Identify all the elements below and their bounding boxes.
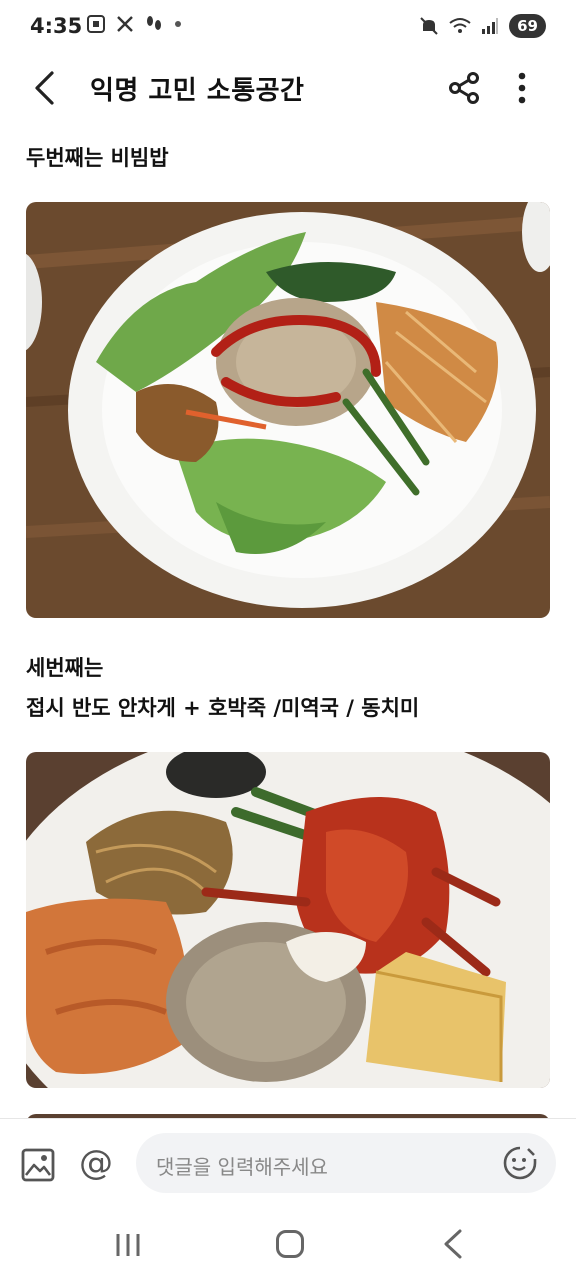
comment-input[interactable]: 댓글을 입력해주세요	[136, 1133, 556, 1193]
x-app-icon	[117, 16, 133, 32]
share-button[interactable]	[444, 68, 484, 108]
status-icons-right: 69	[419, 14, 546, 38]
back-arrow-icon	[35, 71, 54, 105]
share-icon	[449, 72, 479, 104]
page-title: 익명 고민 소통공간	[90, 76, 305, 106]
home-button[interactable]	[276, 1230, 304, 1258]
mention-button[interactable]: @	[76, 1143, 116, 1185]
dot-icon	[175, 21, 181, 27]
at-icon: @	[79, 1143, 113, 1183]
more-vertical-icon	[518, 72, 526, 104]
attach-image-button[interactable]	[20, 1147, 56, 1183]
status-icons-left	[86, 14, 182, 34]
crab-plate-photo[interactable]	[26, 752, 550, 1088]
status-time: 4:35	[30, 14, 83, 38]
back-button[interactable]	[24, 66, 64, 110]
signal-icon	[482, 18, 499, 34]
screenshot-icon	[87, 15, 105, 33]
steps-icon	[147, 16, 161, 30]
comment-input-placeholder: 댓글을 입력해주세요	[156, 1155, 328, 1179]
crab-plate-image	[26, 752, 550, 1088]
battery-indicator: 69	[509, 14, 546, 38]
recent-apps-icon	[116, 1234, 140, 1256]
post-content: 두번째는 비빔밥 세번째는 접시 반도 안차게 + 호박죽 /미역국 / 동치미	[0, 120, 576, 1120]
system-back-icon	[444, 1229, 462, 1259]
post-caption-2-line1: 세번째는	[26, 656, 104, 680]
comment-bar: @ 댓글을 입력해주세요	[0, 1118, 576, 1208]
mute-icon	[420, 17, 438, 35]
post-caption-1: 두번째는 비빔밥	[26, 146, 169, 170]
status-bar: 4:35 69	[0, 0, 576, 56]
system-nav-bar	[0, 1208, 576, 1280]
recent-apps-button[interactable]	[114, 1232, 142, 1258]
post-caption-2-line2: 접시 반도 안차게 + 호박죽 /미역국 / 동치미	[26, 696, 420, 720]
more-options-button[interactable]	[504, 68, 540, 108]
emoji-icon	[503, 1146, 537, 1180]
image-icon	[21, 1148, 55, 1182]
wifi-icon	[449, 18, 471, 33]
emoji-button[interactable]	[502, 1145, 538, 1181]
bibimbap-photo[interactable]	[26, 202, 550, 618]
app-header: 익명 고민 소통공간	[0, 56, 576, 120]
system-back-button[interactable]	[438, 1228, 466, 1260]
bibimbap-image	[26, 202, 550, 618]
